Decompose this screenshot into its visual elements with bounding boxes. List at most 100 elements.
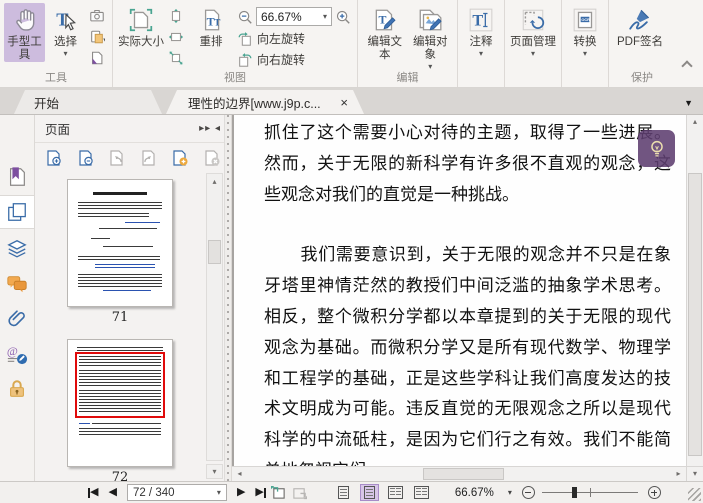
ribbon-collapse-button[interactable] [681,60,693,72]
page-number-combobox[interactable]: 72 / 340 ▾ [126,484,227,501]
scroll-right-icon[interactable]: ▸ [671,467,686,481]
page-layout-switcher [334,484,431,501]
scroll-left-icon[interactable]: ◂ [232,467,247,481]
select-tool-button[interactable]: T 选择 ▾ [45,3,86,58]
reflow-button[interactable]: TT 重排 [187,3,235,49]
select-dropdown-arrow[interactable]: ▾ [63,50,67,58]
comment-button[interactable]: T 注释 ▾ [462,3,500,58]
thumb-rotate-right-button[interactable] [138,147,160,169]
tab-overflow-icon[interactable]: ▼ [684,98,693,108]
pages-panel-toolbar [35,143,231,173]
comment-dropdown-arrow[interactable]: ▾ [479,50,483,58]
hand-tool-label: 手型工具 [7,36,42,61]
thumb-rotate-left-button[interactable] [106,147,128,169]
convert-label: 转换 [573,36,597,48]
pages-panel-title: 页面 [45,123,71,137]
thumb-scroll-down-icon[interactable]: ▾ [206,464,223,479]
previous-view-button[interactable] [270,485,287,500]
thumbnail-page-71[interactable]: 71 [67,179,173,325]
protect-group-label: 保护 [631,72,653,84]
pdf-page[interactable]: 抓住了这个需要小心对待的主题，取得了一些进展。然而，关于无限的新科学有许多很不直… [234,115,686,466]
page-mgmt-dropdown-arrow[interactable]: ▾ [531,50,535,58]
zoom-in-button[interactable] [647,486,661,499]
panel-splitter[interactable] [224,115,231,481]
digital-signature-icon: @ [7,344,28,365]
previous-view-icon [270,485,285,499]
vertical-scrollbar-thumb[interactable] [688,173,702,456]
actual-size-label: 实际大小 [118,36,164,48]
bookmark-page-button[interactable] [86,49,108,67]
pages-panel: 页面 ▸▸ ◂ 71 72 ▴ ▾ [35,115,232,481]
single-page-layout-button[interactable] [334,484,353,501]
zoom-out-icon[interactable] [237,9,253,25]
thumbnail-page-72[interactable]: 72 [67,339,173,481]
convert-button[interactable]: OCR 转换 ▾ [566,3,604,58]
nav-bookmarks-button[interactable] [0,160,34,194]
next-page-button[interactable]: ▶ [237,487,245,498]
thumb-rotate-left-icon [110,150,123,166]
zoom-in-icon[interactable] [335,9,351,25]
hand-tool-button[interactable]: 手型工具 [4,3,45,62]
page-indicator: 72 / 340 [132,486,175,499]
horizontal-scrollbar[interactable]: ◂ ▸ [232,466,686,481]
convert-dropdown-arrow[interactable]: ▾ [583,50,587,58]
tab-document[interactable]: 理性的边界[www.j9p.c... × [166,90,364,114]
thumbnail-71-preview[interactable] [67,179,173,307]
svg-text:@: @ [7,344,18,358]
panel-collapse-arrows[interactable]: ▸▸ ◂ [199,123,221,134]
fit-width-button[interactable] [165,28,187,46]
pdf-sign-button[interactable]: PDF签名 [613,3,667,49]
rotate-left-icon [238,31,251,46]
actual-size-button[interactable]: 实际大小 [117,3,165,49]
thumb-add-page-button[interactable] [169,147,191,169]
thumbnail-scrollbar[interactable]: ▴ [206,173,223,461]
facing-layout-button[interactable] [386,484,405,501]
statusbar-zoom-dropdown-arrow[interactable]: ▾ [508,488,512,497]
continuous-layout-button[interactable] [359,484,379,501]
typewriter-icon: T [469,8,493,32]
ribbon-group-page-mgmt: 页面管理 ▾ [505,0,562,87]
thumb-zoom-in-button[interactable] [43,147,65,169]
vertical-scrollbar[interactable]: ▴ [686,115,703,466]
scroll-up-icon[interactable]: ▴ [687,117,703,126]
page-mgmt-button[interactable]: 页面管理 ▾ [509,3,557,58]
svg-text:T: T [472,11,483,29]
thumbnail-72-preview[interactable] [67,339,173,467]
scroll-down-icon[interactable]: ▾ [686,466,703,481]
thumb-scroll-up-icon[interactable]: ▴ [207,174,222,189]
prev-page-button[interactable]: ◀ [108,487,116,498]
nav-attachments-button[interactable] [0,302,34,336]
next-view-button[interactable] [291,485,308,500]
select-tool-label: 选择 [54,36,77,48]
rotate-left-button[interactable]: 向左旋转 [237,30,351,47]
zoom-slider[interactable] [541,486,638,499]
snapshot-button[interactable] [86,7,108,25]
edit-object-button[interactable]: 编辑对象 ▾ [408,3,454,71]
nav-signature-button[interactable]: @ [0,337,34,371]
edit-text-button[interactable]: T 编辑文本 [362,3,408,62]
thumb-zoom-out-button[interactable] [75,147,97,169]
assistant-widget[interactable] [638,130,675,167]
fit-page-button[interactable] [165,49,187,67]
zoom-slider-thumb[interactable] [571,487,577,498]
first-page-button[interactable]: ◀ [88,487,98,498]
thumb-scrollbar-thumb[interactable] [208,240,221,264]
fit-height-button[interactable] [165,7,187,25]
zoom-rotate-controls: 66.67% ▾ 向左旋转 向右旋转 [237,3,351,68]
close-tab-icon[interactable]: × [340,95,348,110]
tab-start[interactable]: 开始 [14,90,162,114]
zoom-out-button[interactable] [521,486,535,499]
horizontal-scrollbar-thumb[interactable] [422,468,505,480]
nav-security-button[interactable] [0,372,34,406]
last-page-button[interactable]: ▶ [255,487,266,498]
thumb-delete-page-button[interactable] [201,147,223,169]
nav-layers-button[interactable] [0,232,34,266]
resize-grip[interactable] [688,488,701,501]
rotate-right-button[interactable]: 向右旋转 [237,51,351,68]
thumbnail-list: 71 72 [35,173,205,481]
continuous-facing-layout-button[interactable] [412,484,431,501]
clipboard-button[interactable]: ▾ [86,28,108,46]
zoom-level-combobox[interactable]: 66.67% ▾ [256,7,332,26]
nav-comments-button[interactable] [0,267,34,301]
nav-pages-button[interactable] [0,195,34,229]
